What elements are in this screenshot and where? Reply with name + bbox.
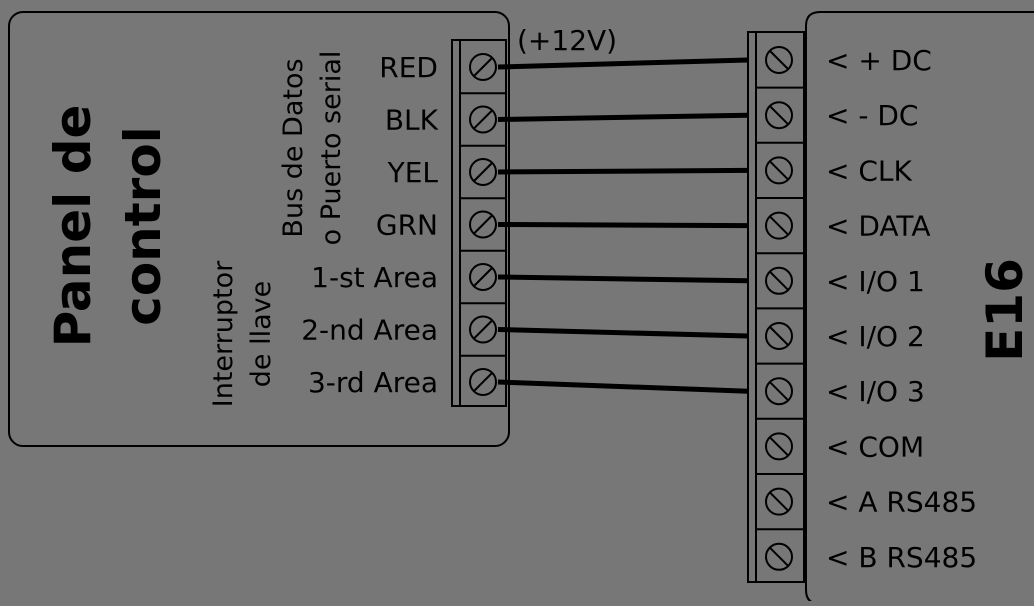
device-terminal-label: < + DC bbox=[826, 44, 932, 77]
device-screw-slot bbox=[769, 271, 789, 291]
panel-screw-slot bbox=[473, 57, 493, 77]
device-terminal-label: < I/O 2 bbox=[826, 320, 925, 353]
panel-terminal-label: BLK bbox=[385, 104, 439, 137]
panel-terminal-label: GRN bbox=[376, 209, 438, 242]
panel-title-line2: control bbox=[114, 126, 172, 326]
device-screw-slot bbox=[769, 436, 789, 457]
wiring-diagram: Panel de control Bus de Datos o Puerto s… bbox=[0, 0, 1034, 605]
panel-screw-slot bbox=[473, 109, 493, 130]
device-terminal-label: < - DC bbox=[826, 99, 918, 132]
device-terminal-label: < I/O 3 bbox=[826, 375, 925, 408]
wire bbox=[497, 222, 749, 229]
device-terminal-label: < DATA bbox=[826, 210, 931, 243]
device-screw-slot bbox=[769, 547, 789, 567]
panel-terminal-label: 3-rd Area bbox=[308, 366, 438, 399]
panel-terminal-label: 2-nd Area bbox=[301, 314, 438, 347]
wire bbox=[497, 274, 749, 284]
device-screw-slot bbox=[769, 326, 789, 346]
device-screw-slot bbox=[769, 215, 789, 236]
device-name: E16 bbox=[976, 258, 1034, 362]
panel-screw-slot bbox=[473, 319, 493, 340]
wire bbox=[497, 57, 749, 70]
panel-screw-slot bbox=[473, 162, 493, 182]
device-terminal-labels: < + DC < - DC < CLK < DATA < I/O 1 < I/O 2 < I… bbox=[826, 44, 977, 574]
wires bbox=[497, 57, 749, 394]
panel-terminal-label: YEL bbox=[387, 156, 439, 189]
device-screw-slot bbox=[769, 381, 789, 401]
device-terminal-label: < I/O 1 bbox=[826, 265, 925, 298]
device-terminal-label: < CLK bbox=[826, 154, 913, 187]
voltage-label: (+12V) bbox=[517, 24, 617, 57]
panel-screw-slot bbox=[473, 372, 493, 392]
device-screw-slot bbox=[769, 105, 789, 125]
device-screw-slot bbox=[769, 160, 789, 181]
panel-terminal-label: RED bbox=[379, 51, 438, 84]
device-screw-slot bbox=[769, 491, 789, 512]
key-switch-label-line1: Interruptor bbox=[208, 260, 239, 407]
device-terminal-label: < COM bbox=[826, 430, 924, 463]
wire bbox=[497, 112, 749, 122]
wire bbox=[497, 379, 749, 394]
panel-terminal-block bbox=[451, 39, 507, 407]
device-terminal-label: < B RS485 bbox=[826, 541, 977, 574]
panel-terminal-label: 1-st Area bbox=[311, 261, 438, 294]
device-screws bbox=[756, 46, 804, 571]
panel-screw-slot bbox=[473, 214, 493, 235]
wire bbox=[497, 327, 749, 339]
device-screw-slot bbox=[769, 50, 789, 70]
bus-label-line1: Bus de Datos bbox=[278, 58, 309, 237]
bus-label-line2: o Puerto serial bbox=[316, 51, 347, 246]
key-switch-label-line2: de llave bbox=[246, 281, 277, 387]
wire bbox=[497, 167, 749, 175]
device-terminal-label: < A RS485 bbox=[826, 486, 977, 519]
panel-title-line1: Panel de bbox=[44, 105, 102, 348]
wiring-diagram-svg: Panel de control Bus de Datos o Puerto s… bbox=[8, 11, 1034, 605]
panel-screw-slot bbox=[473, 267, 493, 287]
